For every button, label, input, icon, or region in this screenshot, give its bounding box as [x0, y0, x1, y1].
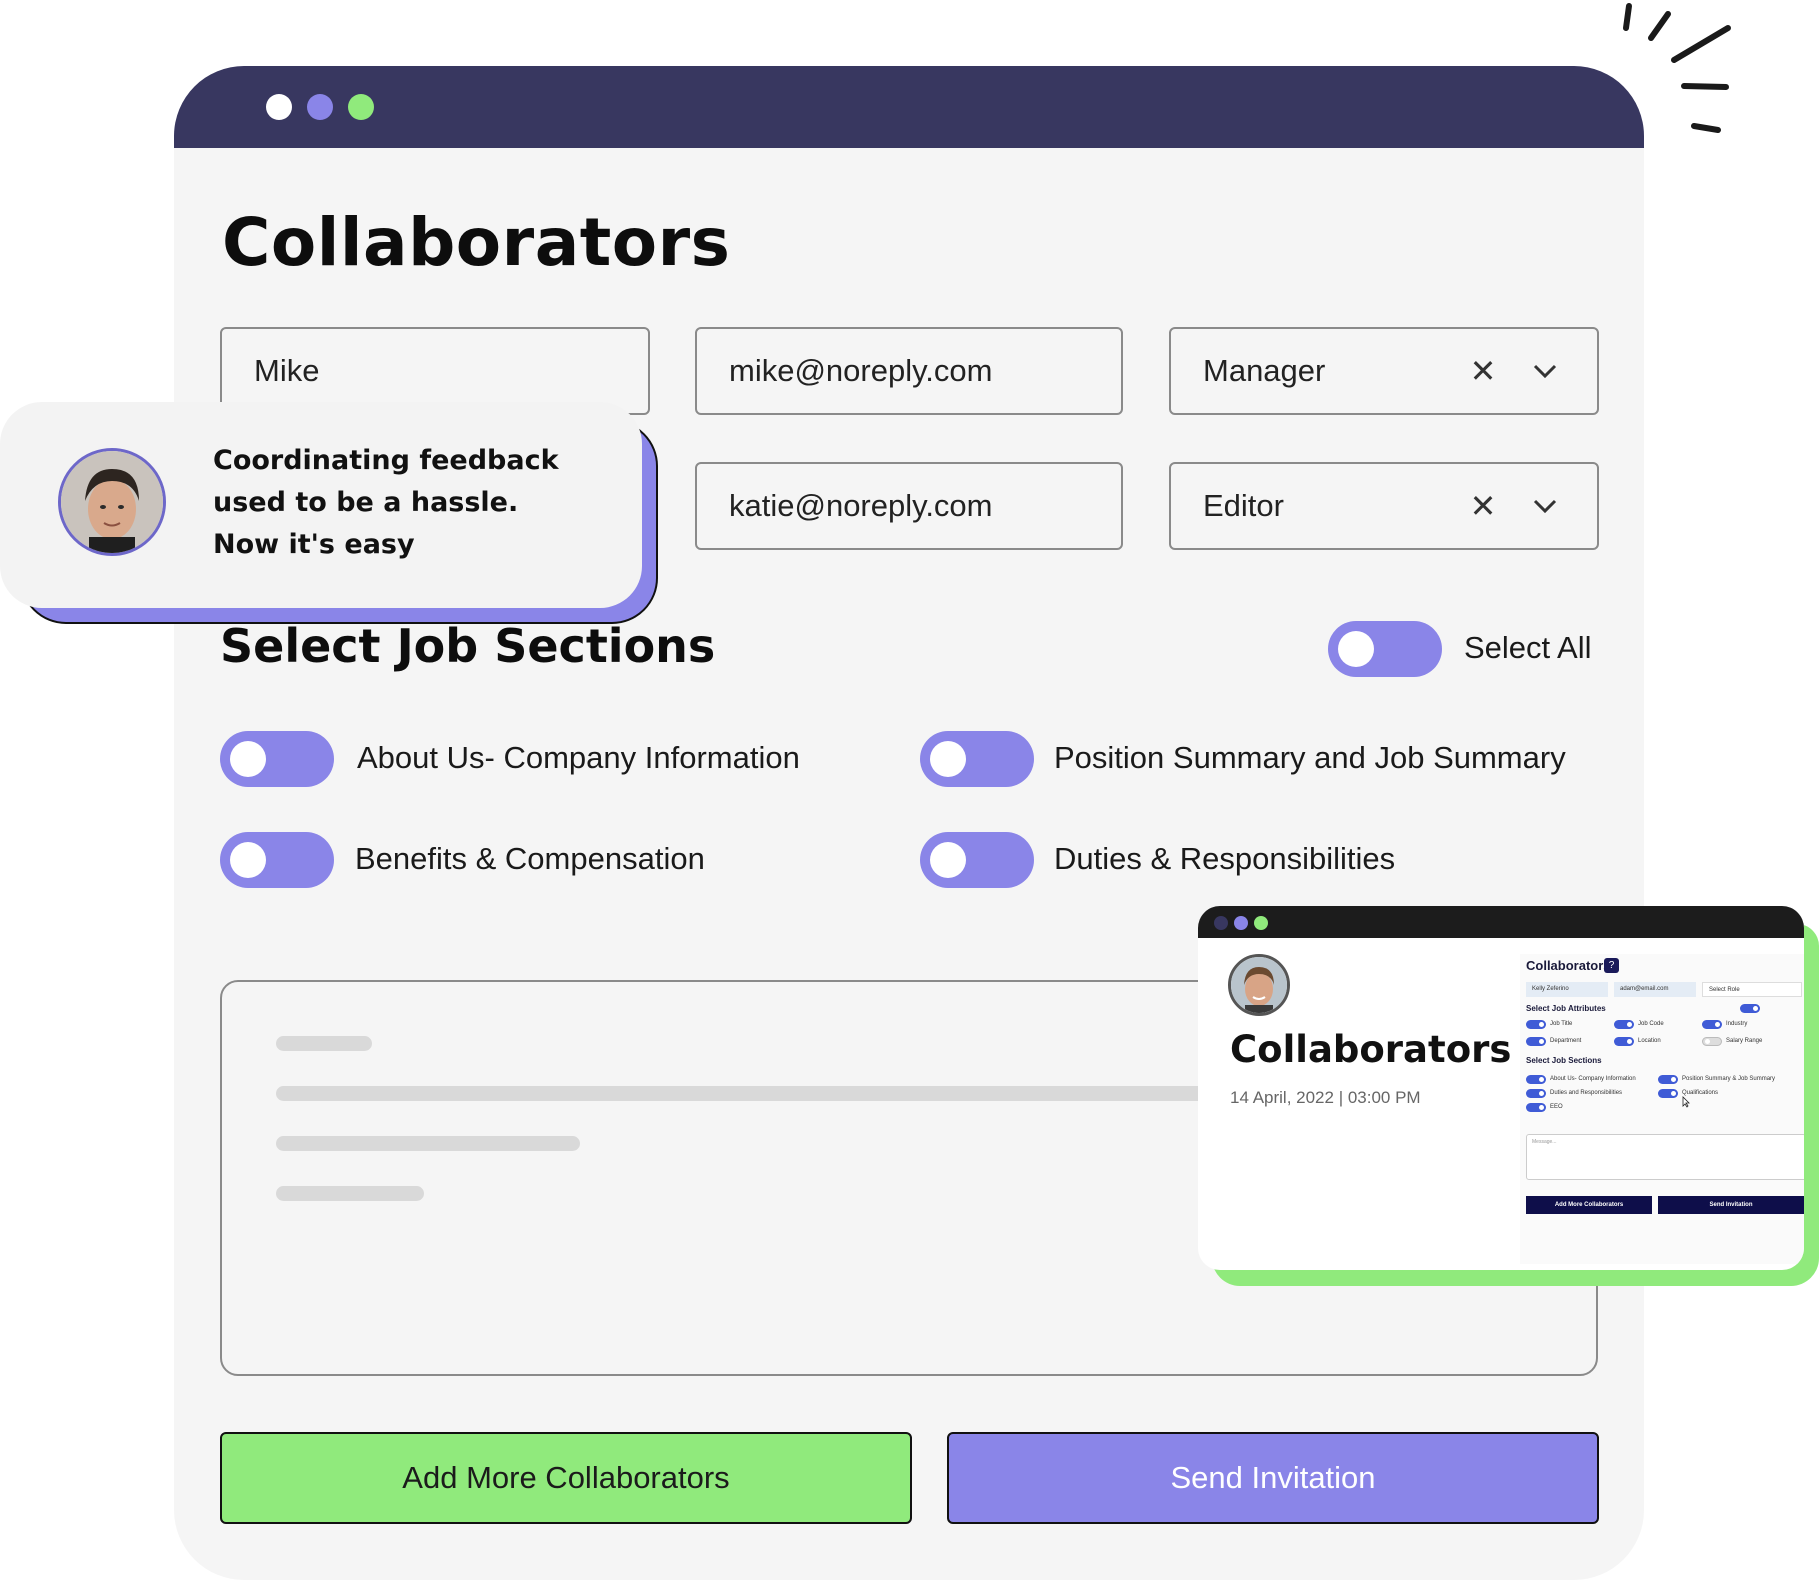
preview-window: Collaborators 14 April, 2022 | 03:00 PM …	[1198, 906, 1804, 1270]
mini-label: About Us- Company Information	[1550, 1076, 1636, 1082]
preview-title: Collaborators	[1230, 1028, 1512, 1071]
select-all-label: Select All	[1464, 630, 1592, 665]
email-field[interactable]: katie@noreply.com	[695, 462, 1123, 550]
toggle-knob	[230, 741, 266, 777]
mini-name-input: Kelly Zeferino	[1526, 982, 1608, 997]
mini-screenshot: Collaborators ? Kelly Zeferino adam@emai…	[1520, 954, 1804, 1264]
quote-line: used to be a hassle.	[213, 487, 519, 518]
mini-label: Duties and Responsibilities	[1550, 1090, 1623, 1096]
window-dot-purple[interactable]	[307, 94, 333, 120]
role-select[interactable]: Manager ✕	[1169, 327, 1599, 415]
clear-icon[interactable]: ✕	[1463, 352, 1503, 390]
mini-toggle	[1526, 1089, 1546, 1098]
email-field[interactable]: mike@noreply.com	[695, 327, 1123, 415]
chevron-down-icon[interactable]	[1525, 491, 1565, 521]
quote-line: Now it's easy	[213, 529, 415, 560]
mini-toggle	[1526, 1075, 1546, 1084]
skeleton-line	[276, 1086, 1276, 1101]
mini-attributes-heading: Select Job Attributes	[1526, 1004, 1606, 1013]
toggle-label-benefits: Benefits & Compensation	[355, 841, 705, 876]
mini-toggle	[1614, 1020, 1634, 1029]
section-title: Select Job Sections	[220, 619, 716, 673]
select-all-toggle[interactable]	[1328, 621, 1442, 677]
toggle-label-position-summary: Position Summary and Job Summary	[1054, 740, 1566, 775]
window-titlebar	[174, 66, 1644, 148]
mini-toggle	[1702, 1020, 1722, 1029]
toggle-label-about-us: About Us- Company Information	[357, 740, 800, 775]
role-value: Manager	[1203, 353, 1326, 388]
mini-sections-heading: Select Job Sections	[1526, 1056, 1602, 1065]
mini-label: Job Code	[1638, 1021, 1664, 1027]
mini-add-button: Add More Collaborators	[1526, 1196, 1652, 1214]
role-select[interactable]: Editor ✕	[1169, 462, 1599, 550]
mini-label: Location	[1638, 1038, 1661, 1044]
info-icon: ?	[1604, 958, 1619, 973]
preview-dot-purple	[1234, 916, 1248, 930]
mini-toggle	[1702, 1037, 1722, 1046]
mini-toggle	[1658, 1075, 1678, 1084]
testimonial-quote: Coordinating feedback used to be a hassl…	[213, 440, 559, 566]
cursor-icon	[1682, 1096, 1690, 1108]
role-value: Editor	[1203, 488, 1284, 523]
mini-title: Collaborators	[1526, 958, 1611, 973]
toggle-benefits[interactable]	[220, 832, 334, 888]
clear-icon[interactable]: ✕	[1463, 487, 1503, 525]
toggle-position-summary[interactable]	[920, 731, 1034, 787]
preview-titlebar	[1198, 906, 1804, 938]
mini-label: Industry	[1726, 1021, 1748, 1027]
collaborators-window: Collaborators Mike mike@noreply.com Mana…	[174, 66, 1644, 1580]
window-dot-green[interactable]	[348, 94, 374, 120]
toggle-about-us[interactable]	[220, 731, 334, 787]
send-invitation-button[interactable]: Send Invitation	[947, 1432, 1599, 1524]
preview-date: 14 April, 2022 | 03:00 PM	[1230, 1088, 1421, 1107]
page-title: Collaborators	[222, 204, 731, 281]
mini-label: Salary Range	[1726, 1038, 1763, 1044]
mini-message-box: Message...	[1526, 1134, 1804, 1180]
toggle-knob	[930, 842, 966, 878]
mini-label: EEO	[1550, 1104, 1563, 1110]
toggle-knob	[1338, 631, 1374, 667]
email-value: katie@noreply.com	[729, 488, 993, 523]
mini-label: Job Title	[1550, 1021, 1573, 1027]
mini-toggle	[1740, 1004, 1760, 1013]
mini-toggle	[1526, 1020, 1546, 1029]
add-more-collaborators-button[interactable]: Add More Collaborators	[220, 1432, 912, 1524]
preview-dot-navy	[1214, 916, 1228, 930]
quote-line: Coordinating feedback	[213, 445, 559, 476]
mini-toggle	[1614, 1037, 1634, 1046]
toggle-label-duties: Duties & Responsibilities	[1054, 841, 1396, 876]
name-value: Mike	[254, 353, 320, 388]
chevron-down-icon[interactable]	[1525, 356, 1565, 386]
mini-toggle	[1526, 1103, 1546, 1112]
mini-label: Department	[1550, 1038, 1582, 1044]
mini-send-button: Send Invitation	[1658, 1196, 1804, 1214]
toggle-knob	[930, 741, 966, 777]
skeleton-line	[276, 1036, 372, 1051]
testimonial-card: Coordinating feedback used to be a hassl…	[0, 402, 642, 608]
mini-toggle	[1658, 1089, 1678, 1098]
window-dot-white[interactable]	[266, 94, 292, 120]
avatar	[58, 448, 166, 556]
skeleton-line	[276, 1186, 424, 1201]
mini-toggle	[1526, 1037, 1546, 1046]
avatar	[1228, 954, 1290, 1016]
toggle-duties[interactable]	[920, 832, 1034, 888]
mini-label: Position Summary & Job Summary	[1682, 1076, 1776, 1082]
toggle-knob	[230, 842, 266, 878]
mini-email-input: adam@email.com	[1614, 982, 1696, 997]
email-value: mike@noreply.com	[729, 353, 993, 388]
skeleton-line	[276, 1136, 580, 1151]
preview-dot-green	[1254, 916, 1268, 930]
mini-role-select: Select Role	[1702, 982, 1802, 997]
